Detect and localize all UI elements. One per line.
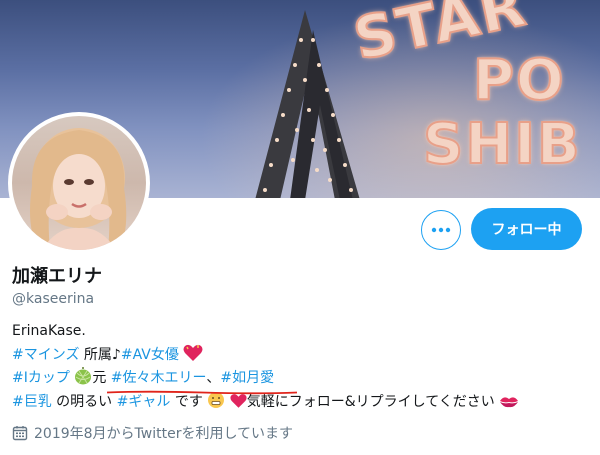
sign-word-3: SHIB (422, 111, 582, 178)
join-date: 2019年8月からTwitterを利用しています (12, 423, 293, 443)
avatar-image (12, 116, 146, 250)
bio-text: の明るい (51, 393, 117, 410)
hashtag-link[interactable]: #Iカップ (12, 370, 70, 386)
bio-text: ErinaKase. (12, 323, 86, 339)
bio-text: 、 (206, 370, 221, 386)
hashtag-link[interactable]: #AV女優 (121, 347, 179, 363)
bio-text: 気軽にフォロー&リプライしてください (246, 393, 495, 410)
heart-emoji (230, 393, 247, 408)
avatar[interactable] (8, 112, 150, 254)
red-underline-annotation (106, 390, 297, 394)
following-button[interactable]: フォロー中 (471, 208, 582, 250)
display-name: 加瀬エリナ (12, 266, 102, 287)
melon-emoji (75, 367, 92, 385)
kiss-emoji (500, 396, 519, 407)
bio-line-3: #Iカップ 元 #佐々木エリー、#如月愛 (12, 367, 592, 394)
calendar-icon (12, 426, 28, 441)
more-horizontal-icon (431, 227, 451, 233)
bio-text: 所属♪ (79, 346, 121, 363)
banner-sign: STAR PO SHIB (335, 0, 600, 198)
sign-word-2: PO (472, 47, 566, 114)
hashtag-link[interactable]: #ギャル (117, 394, 171, 410)
user-handle: @kaseerina (12, 291, 95, 307)
bio-line-1: ErinaKase. (12, 320, 592, 344)
hashtag-link[interactable]: #マインズ (12, 347, 79, 363)
bio-text: です (170, 393, 203, 410)
hashtag-link[interactable]: #巨乳 (12, 394, 52, 410)
hashtag-link[interactable]: #佐々木エリー (111, 370, 207, 386)
more-options-button[interactable] (421, 210, 461, 250)
annotated-hashtags: #佐々木エリー、#如月愛 (106, 367, 297, 394)
bio-line-4: #巨乳 の明るい #ギャル です 気軽にフォロー&リプライしてください (12, 391, 592, 415)
join-date-text: 2019年8月からTwitterを利用しています (34, 426, 294, 442)
bio-text: 元 (92, 370, 107, 386)
heart-emoji (183, 344, 203, 361)
hashtag-link[interactable]: #如月愛 (220, 370, 274, 386)
avatar-portrait (30, 128, 127, 250)
profile-bio: ErinaKase. #マインズ 所属♪#AV女優 #Iカップ 元 #佐々木エリ… (12, 320, 592, 414)
bio-line-2: #マインズ 所属♪#AV女優 (12, 344, 592, 368)
